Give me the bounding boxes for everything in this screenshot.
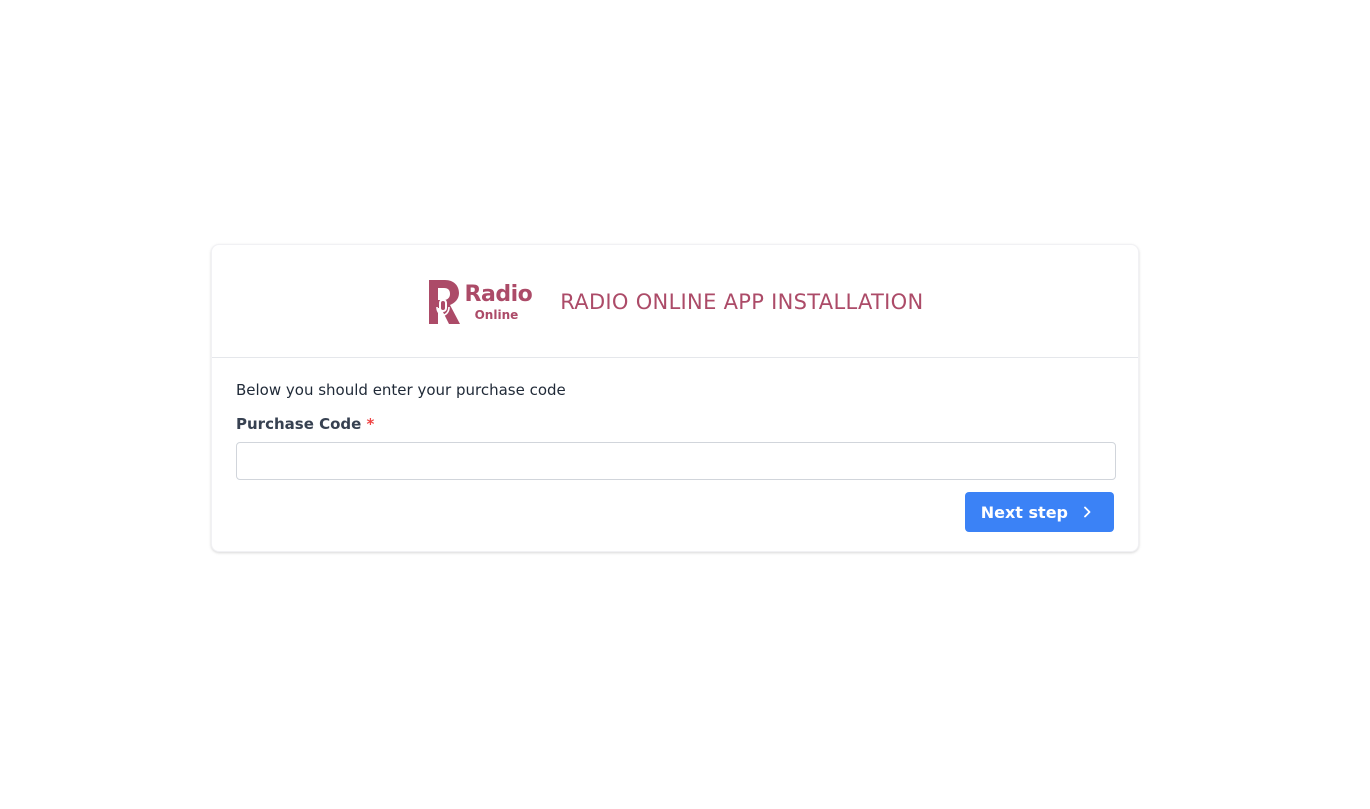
- form-actions: Next step: [236, 492, 1114, 532]
- card-header: Radio Online RADIO ONLINE APP INSTALLATI…: [212, 245, 1138, 358]
- purchase-code-label: Purchase Code *: [236, 414, 1114, 434]
- purchase-code-input[interactable]: [236, 442, 1116, 480]
- radio-logo-icon: [428, 280, 460, 324]
- card-body: Below you should enter your purchase cod…: [212, 358, 1138, 552]
- logo-subtitle: Online: [474, 307, 519, 322]
- required-indicator: *: [366, 415, 375, 433]
- purchase-code-label-text: Purchase Code: [236, 415, 362, 433]
- chevron-right-icon: [1084, 506, 1091, 518]
- installer-page: Radio Online RADIO ONLINE APP INSTALLATI…: [0, 0, 1370, 809]
- page-title: RADIO ONLINE APP INSTALLATION: [560, 290, 924, 314]
- radio-online-logo: Radio Online: [427, 278, 533, 326]
- next-step-label: Next step: [980, 502, 1068, 522]
- next-step-button[interactable]: Next step: [964, 492, 1114, 532]
- logo-text: Radio Online: [464, 281, 533, 322]
- intro-text: Below you should enter your purchase cod…: [236, 381, 566, 399]
- installation-card: Radio Online RADIO ONLINE APP INSTALLATI…: [211, 244, 1139, 552]
- logo-word: Radio: [464, 281, 533, 307]
